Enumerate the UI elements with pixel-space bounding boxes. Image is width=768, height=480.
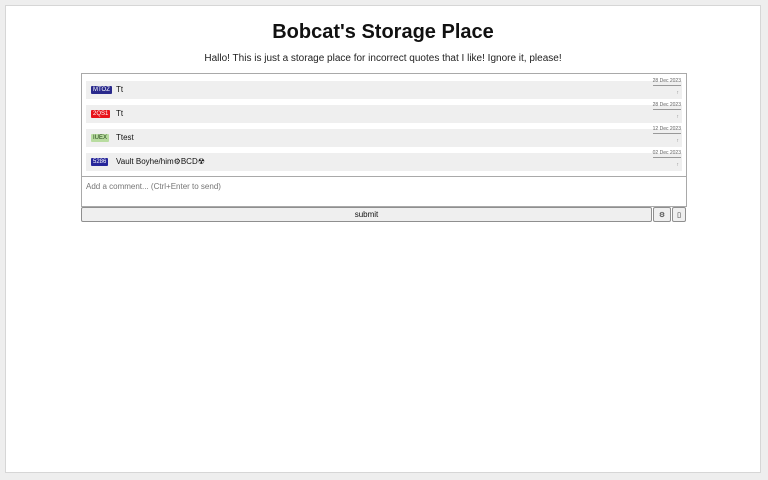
user-id-badge[interactable]: 5286 (91, 158, 109, 166)
settings-gear-icon[interactable]: ⚙ (653, 207, 671, 222)
reply-arrow-icon[interactable]: ↑ (677, 114, 680, 120)
user-id-badge[interactable]: 2QS1 (91, 110, 111, 118)
comment-item: MTOZ Tt 28 Dec 2023 ↑ (86, 78, 682, 99)
comment-row-background (86, 81, 682, 99)
user-id-badge[interactable]: MTOZ (91, 86, 112, 94)
comment-list[interactable]: MTOZ Tt 28 Dec 2023 ↑ 2QS1 Tt 28 Dec 202… (81, 73, 687, 177)
comment-item: IUEX Ttest 12 Dec 2023 ↑ (86, 126, 682, 147)
comment-controls: submit ⚙ ▯ (81, 207, 687, 223)
comment-item: 2QS1 Tt 28 Dec 2023 ↑ (86, 102, 682, 123)
comment-row-background (86, 129, 682, 147)
reply-arrow-icon[interactable]: ↑ (677, 90, 680, 96)
comment-text: Ttest (116, 133, 134, 142)
comment-date: 28 Dec 2023 (652, 78, 681, 86)
comment-text: Vault Boyhe/him⚙BCD☢ (116, 157, 205, 166)
reply-arrow-icon[interactable]: ↑ (677, 162, 680, 168)
comment-date: 02 Dec 2023 (652, 150, 681, 158)
comment-date: 28 Dec 2023 (652, 102, 681, 110)
comment-text: Tt (116, 85, 124, 94)
extra-option-button[interactable]: ▯ (672, 207, 686, 222)
page-container: Bobcat's Storage Place Hallo! This is ju… (5, 5, 761, 473)
reply-arrow-icon[interactable]: ↑ (677, 138, 680, 144)
comment-item: 5286 Vault Boyhe/him⚙BCD☢ 02 Dec 2023 ↑ (86, 150, 682, 171)
comment-text: Tt (116, 109, 124, 118)
comment-date: 12 Dec 2023 (652, 126, 681, 134)
comment-input[interactable] (81, 177, 687, 207)
page-subtitle: Hallo! This is just a storage place for … (204, 53, 562, 64)
comment-row-background (86, 105, 682, 123)
comment-board: MTOZ Tt 28 Dec 2023 ↑ 2QS1 Tt 28 Dec 202… (81, 73, 687, 223)
page-title: Bobcat's Storage Place (272, 21, 494, 43)
submit-button[interactable]: submit (81, 207, 652, 222)
user-id-badge[interactable]: IUEX (91, 134, 110, 142)
